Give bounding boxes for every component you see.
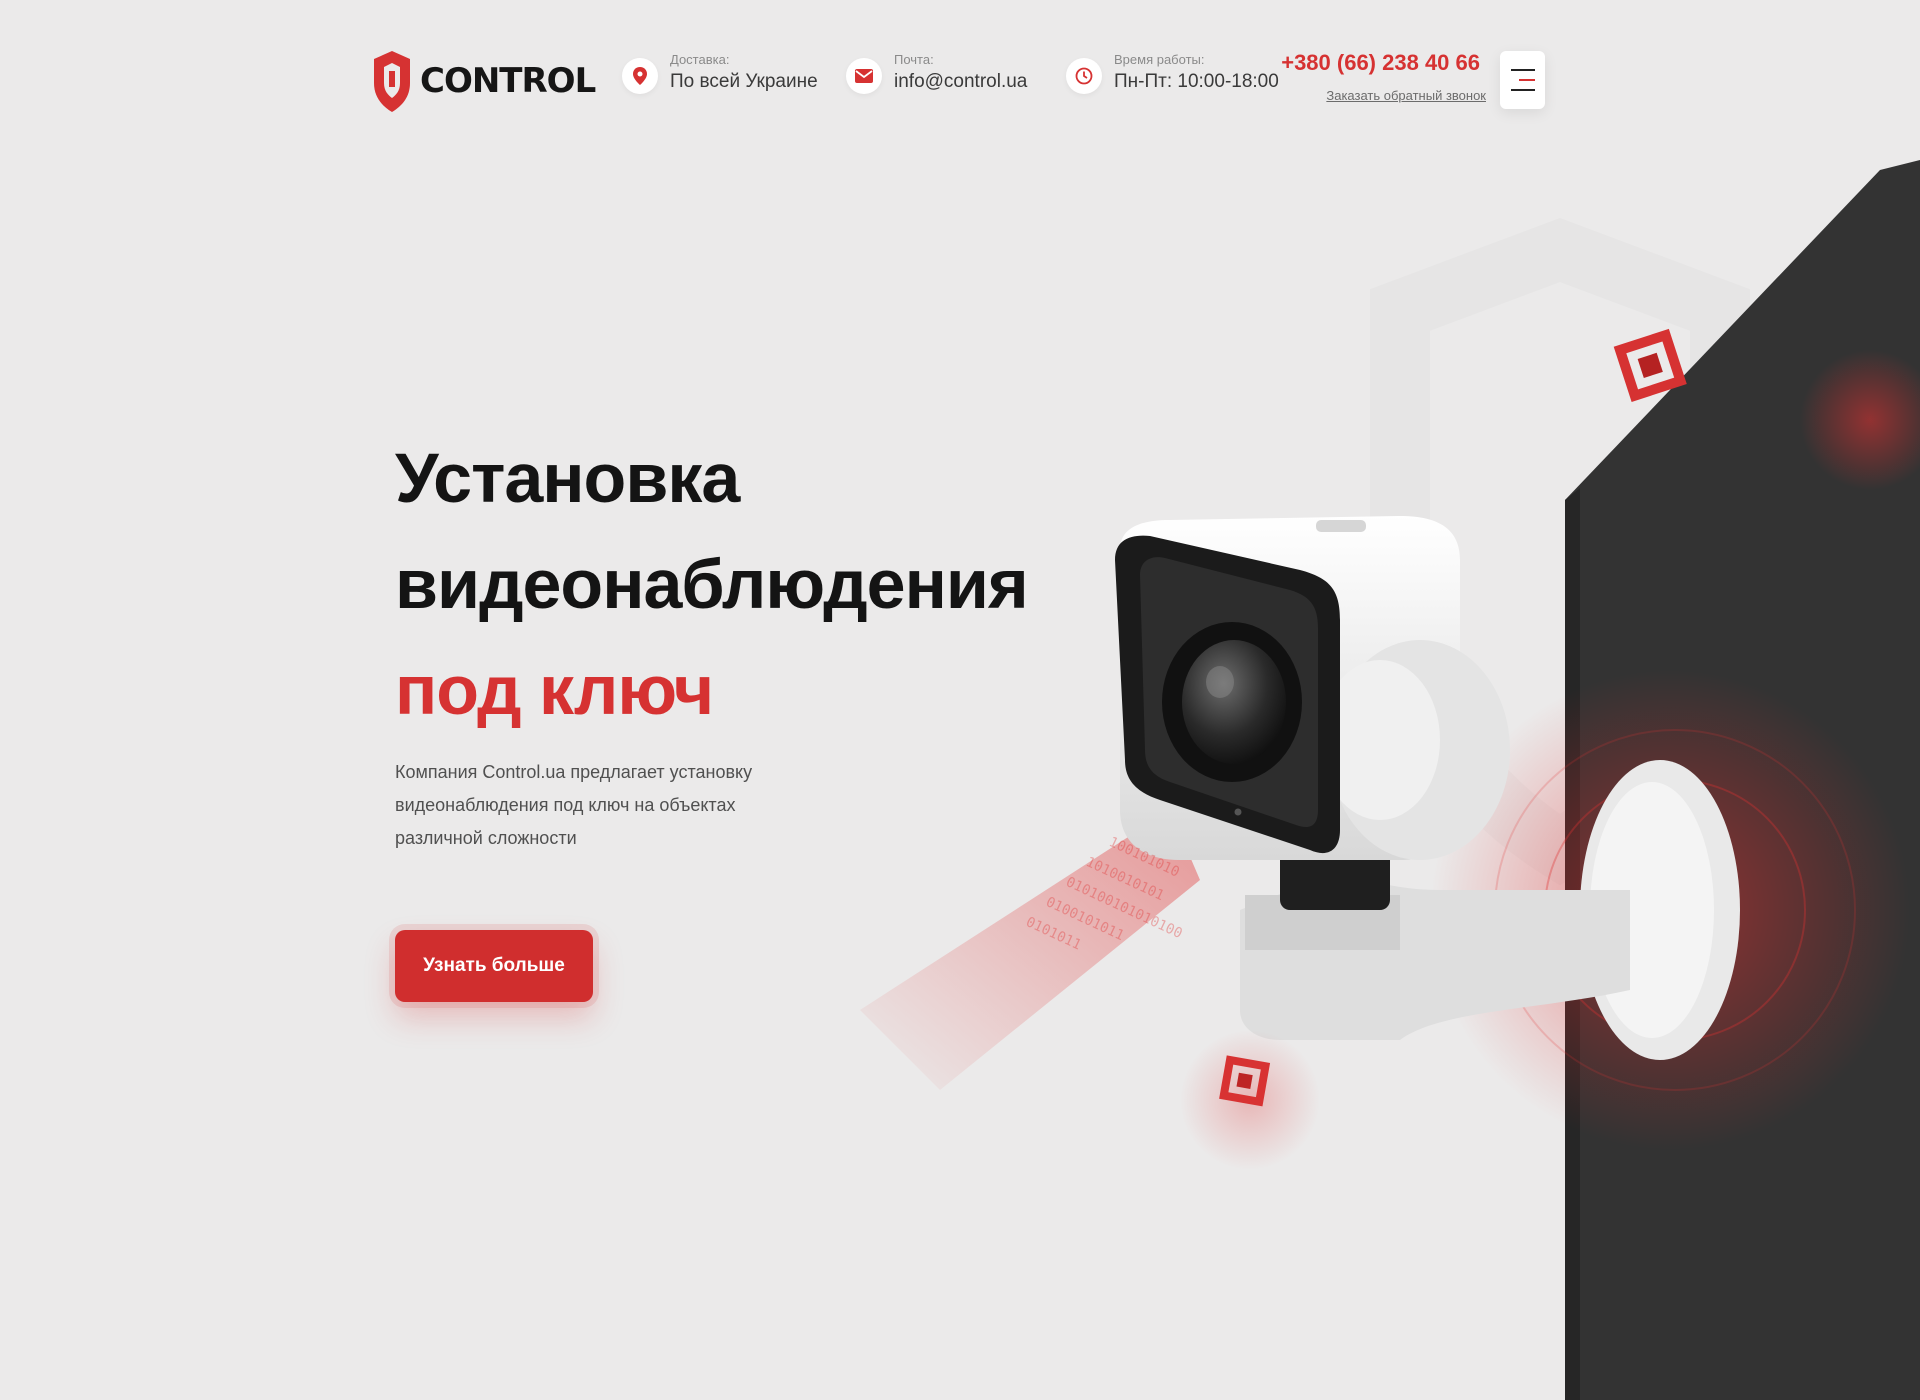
hours-info: Время работы: Пн-Пт: 10:00-18:00 [1066, 52, 1279, 94]
menu-line-bottom [1510, 89, 1535, 91]
menu-line-top [1510, 69, 1535, 71]
logo[interactable]: CONTROL [372, 46, 596, 116]
logo-text: CONTROL [420, 61, 596, 101]
site-header: CONTROL Доставка: По всей Украине Почта:… [0, 0, 1920, 160]
delivery-info: Доставка: По всей Украине [622, 52, 818, 94]
camera-lens [1182, 640, 1286, 764]
email-label: Почта: [894, 52, 934, 67]
hours-label: Время работы: [1114, 52, 1205, 67]
phone-number[interactable]: +380 (66) 238 40 66 [1281, 50, 1480, 76]
red-cube-top [1613, 328, 1687, 402]
hero-description: Компания Control.ua предлагает установку… [395, 762, 753, 848]
location-pin-icon [622, 58, 658, 94]
envelope-icon [846, 58, 882, 94]
callback-link[interactable]: Заказать обратный звонок [1326, 88, 1486, 103]
learn-more-button[interactable]: Узнать больше [395, 930, 593, 1002]
email-link[interactable]: info@control.ua [894, 71, 1027, 93]
contact-phone-block: +380 (66) 238 40 66 Заказать обратный зв… [1281, 50, 1486, 105]
email-info: Почта: info@control.ua [846, 52, 1027, 94]
phone-dropdown[interactable]: +380 (66) 238 40 66 [1281, 50, 1486, 76]
delivery-value: По всей Украине [670, 71, 818, 92]
camera-body [1115, 516, 1510, 860]
delivery-label: Доставка: [670, 52, 730, 67]
shield-logo-icon [374, 51, 410, 112]
hamburger-menu-icon[interactable] [1500, 51, 1545, 109]
security-camera-illustration: 100101010 1010010101 010100101010100 010… [860, 160, 1920, 1400]
clock-icon [1066, 58, 1102, 94]
hours-value: Пн-Пт: 10:00-18:00 [1114, 71, 1279, 92]
menu-line-middle [1518, 79, 1535, 81]
